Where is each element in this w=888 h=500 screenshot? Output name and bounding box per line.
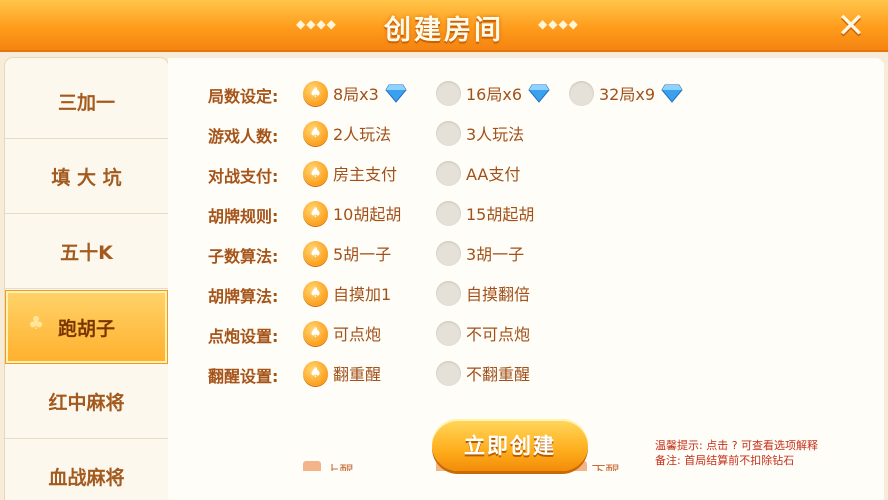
hint-note: 备注: 首局结算前不扣除钻石: [655, 454, 795, 467]
option-label: 8局x3: [333, 85, 379, 104]
title-ornament-right: ◆◆◆◆: [538, 17, 579, 31]
tab-paohuzi[interactable]: ♣ 跑胡子: [5, 290, 168, 364]
option-label: 自摸翻倍: [466, 285, 531, 304]
setting-label: 子数算法:: [208, 247, 279, 266]
option-label: 10胡起胡: [333, 205, 402, 224]
radio-unselected-icon[interactable]: [436, 360, 461, 386]
option-bufan-chongxing[interactable]: 不翻重醒: [436, 358, 530, 388]
radio-unselected-icon[interactable]: [436, 320, 461, 346]
setting-row-payment: 对战支付: 房主支付 AA支付: [168, 158, 884, 188]
option-zi-5[interactable]: 5胡一子: [303, 238, 391, 268]
option-label: 可点炮: [333, 325, 382, 344]
option-rounds-32[interactable]: 32局x9: [569, 78, 683, 108]
tab-sanjiayi[interactable]: 三加一: [5, 65, 168, 139]
setting-row-rounds: 局数设定: 8局x3 16局x6 32局x9: [168, 78, 884, 108]
close-icon: ✕: [836, 6, 866, 46]
radio-unselected-icon[interactable]: [436, 200, 461, 226]
diamond-icon: [385, 84, 407, 103]
setting-label: 游戏人数:: [208, 127, 279, 146]
create-room-dialog: ◆◆◆◆ 创建房间 ◆◆◆◆ ✕ 三加一 填 大 坑 五十K ♣ 跑胡子 红中麻…: [0, 0, 888, 500]
tab-tiandakeng[interactable]: 填 大 坑: [5, 140, 168, 214]
option-label: 上醒: [325, 464, 353, 471]
setting-label: 对战支付:: [208, 167, 279, 186]
create-room-button[interactable]: 立即创建: [432, 419, 588, 471]
radio-unselected-icon[interactable]: [436, 280, 461, 306]
radio-selected-icon[interactable]: [303, 280, 328, 306]
radio-selected-icon[interactable]: [303, 360, 328, 386]
setting-label: 翻醒设置:: [208, 367, 279, 386]
option-label: 15胡起胡: [466, 205, 535, 224]
club-icon: ♣: [28, 313, 45, 334]
close-button[interactable]: ✕: [828, 4, 874, 48]
setting-label: 局数设定:: [208, 87, 279, 106]
setting-row-dianpao: 点炮设置: 可点炮 不可点炮: [168, 318, 884, 348]
tab-label: 跑胡子: [57, 317, 115, 340]
option-zi-3[interactable]: 3胡一子: [436, 238, 524, 268]
hint-tip: 温馨提示: 点击 ? 可查看选项解释: [655, 439, 819, 452]
option-label: 32局x9: [599, 85, 656, 104]
radio-selected-icon[interactable]: [303, 160, 328, 186]
option-label: AA支付: [466, 165, 521, 184]
option-fan-chongxing[interactable]: 翻重醒: [303, 358, 381, 388]
setting-row-zi-count: 子数算法: 5胡一子 3胡一子: [168, 238, 884, 268]
option-rounds-16[interactable]: 16局x6: [436, 78, 550, 108]
setting-label: 点炮设置:: [208, 327, 279, 346]
game-sidebar: 三加一 填 大 坑 五十K ♣ 跑胡子 红中麻将 血战麻将: [5, 58, 168, 500]
setting-label: 胡牌算法:: [208, 287, 279, 306]
radio-unselected-icon[interactable]: [436, 120, 461, 146]
radio-selected-icon[interactable]: [303, 240, 328, 266]
page-title: 创建房间: [384, 15, 504, 46]
radio-selected-icon[interactable]: [303, 200, 328, 226]
tab-xuezhanmajiang[interactable]: 血战麻将: [5, 440, 168, 500]
radio-selected-icon[interactable]: [303, 120, 328, 146]
option-players-2[interactable]: 2人玩法: [303, 118, 391, 148]
option-rounds-8[interactable]: 8局x3: [303, 78, 407, 108]
radio-unselected-icon[interactable]: [436, 80, 461, 106]
option-hu-10[interactable]: 10胡起胡: [303, 198, 401, 228]
option-zimo-plus1[interactable]: 自摸加1: [303, 278, 391, 308]
setting-row-hu-rule: 胡牌规则: 10胡起胡 15胡起胡: [168, 198, 884, 228]
setting-label: 胡牌规则:: [208, 207, 279, 226]
option-label: 5胡一子: [333, 245, 392, 264]
tab-label: 填 大 坑: [51, 167, 122, 189]
option-label: 房主支付: [333, 165, 398, 184]
option-label: 自摸加1: [333, 285, 392, 304]
radio-selected-icon[interactable]: [303, 320, 328, 346]
tab-label: 三加一: [57, 92, 115, 114]
option-hu-15[interactable]: 15胡起胡: [436, 198, 534, 228]
option-payment-aa[interactable]: AA支付: [436, 158, 520, 188]
diamond-icon: [661, 84, 683, 103]
option-label: 下醒: [591, 464, 619, 471]
option-label: 2人玩法: [333, 125, 392, 144]
checkbox-shangxing[interactable]: 上醒: [303, 461, 353, 471]
option-dianpao-yes[interactable]: 可点炮: [303, 318, 381, 348]
option-label: 翻重醒: [333, 365, 382, 384]
option-label: 不可点炮: [466, 325, 531, 344]
tab-wushik[interactable]: 五十K: [5, 215, 168, 289]
diamond-icon: [528, 84, 550, 103]
radio-unselected-icon[interactable]: [436, 160, 461, 186]
radio-unselected-icon[interactable]: [436, 240, 461, 266]
option-zimo-double[interactable]: 自摸翻倍: [436, 278, 530, 308]
checkbox-icon[interactable]: [303, 461, 321, 471]
option-payment-owner[interactable]: 房主支付: [303, 158, 397, 188]
tab-label: 五十K: [60, 242, 113, 264]
radio-selected-icon[interactable]: [303, 80, 328, 106]
tab-hongzhongmajiang[interactable]: 红中麻将: [5, 365, 168, 439]
tab-label: 血战麻将: [48, 467, 125, 489]
setting-row-players: 游戏人数: 2人玩法 3人玩法: [168, 118, 884, 148]
setting-row-hu-calc: 胡牌算法: 自摸加1 自摸翻倍: [168, 278, 884, 308]
option-label: 16局x6: [466, 85, 523, 104]
option-label: 3人玩法: [466, 125, 525, 144]
radio-unselected-icon[interactable]: [569, 80, 594, 106]
title-bar: ◆◆◆◆ 创建房间 ◆◆◆◆ ✕: [0, 0, 888, 52]
setting-row-fanxing: 翻醒设置: 翻重醒 不翻重醒: [168, 358, 884, 388]
option-label: 3胡一子: [466, 245, 525, 264]
tab-label: 红中麻将: [48, 392, 125, 414]
option-dianpao-no[interactable]: 不可点炮: [436, 318, 530, 348]
option-players-3[interactable]: 3人玩法: [436, 118, 524, 148]
option-label: 不翻重醒: [466, 365, 531, 384]
